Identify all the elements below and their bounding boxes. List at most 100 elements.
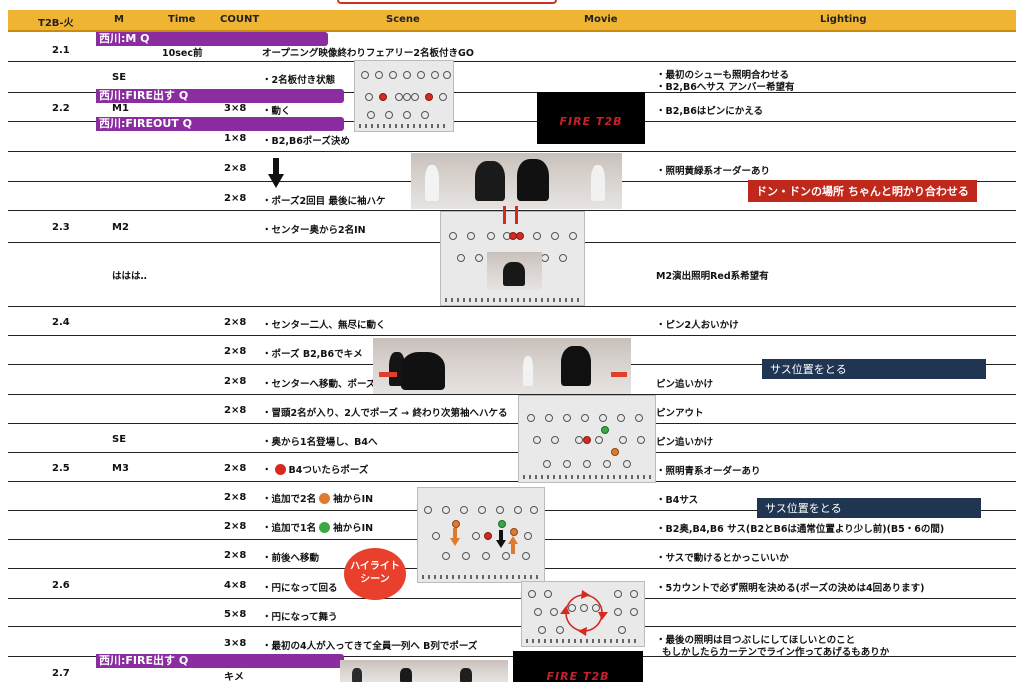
stage-mark bbox=[367, 111, 375, 119]
dancer-figure bbox=[523, 356, 533, 386]
stage-mark bbox=[545, 414, 553, 422]
stage-mark bbox=[439, 93, 447, 101]
rehearsal-photo-3 bbox=[340, 660, 508, 682]
stage-mark bbox=[551, 436, 559, 444]
col-t2b: T2B-火 bbox=[38, 18, 74, 29]
top-accent bbox=[337, 0, 557, 4]
stage-mark bbox=[623, 460, 631, 468]
cell-lighting: ・B2,B6はピンにかえる bbox=[656, 106, 764, 117]
stage-mark bbox=[614, 590, 622, 598]
dancer-figure bbox=[591, 165, 605, 201]
cell-lighting: もしかしたらカーテンでライン作ってあげるもありか bbox=[662, 647, 890, 658]
rehearsal-photo-2 bbox=[373, 338, 631, 394]
col-lighting: Lighting bbox=[820, 14, 867, 25]
cell-scene: ・センター二人、無尽に動く bbox=[262, 320, 386, 331]
sus-position-banner-2: サス位置をとる bbox=[757, 498, 981, 518]
stage-mark bbox=[617, 414, 625, 422]
stage-mark bbox=[403, 93, 411, 101]
stage-mark bbox=[365, 93, 373, 101]
stage-mark bbox=[403, 111, 411, 119]
cell-count: キメ bbox=[224, 672, 244, 682]
dancer-green bbox=[498, 520, 506, 528]
col-scene: Scene bbox=[386, 14, 420, 25]
cue-bar-fireout-q: 西川:FIREOUT Q bbox=[96, 117, 344, 131]
cell-lighting: ピン追いかけ bbox=[656, 379, 714, 390]
move-arrow-left bbox=[379, 372, 397, 377]
cell-scene: ・B2,B6ポーズ決め bbox=[262, 136, 350, 147]
stage-mark bbox=[361, 71, 369, 79]
stage-mark bbox=[522, 552, 530, 560]
cell-m: M2 bbox=[112, 222, 129, 233]
stage-mark bbox=[543, 460, 551, 468]
dancer-red bbox=[484, 532, 492, 540]
stage-mark bbox=[614, 608, 622, 616]
sus-position-banner-1: サス位置をとる bbox=[762, 359, 986, 379]
cell-lighting: ・照明青系オーダーあり bbox=[656, 466, 761, 477]
dancer-red bbox=[379, 93, 387, 101]
cell-lighting: ・ピン2人おいかけ bbox=[656, 320, 739, 331]
stage-mark bbox=[583, 460, 591, 468]
cell-scene: ・ポーズ2回目 最後に袖ハケ bbox=[262, 196, 386, 207]
move-arrow-right bbox=[611, 372, 627, 377]
arrow-up-orange-icon bbox=[508, 536, 518, 554]
stage-ruler bbox=[422, 575, 540, 579]
col-movie: Movie bbox=[584, 14, 618, 25]
table-row bbox=[8, 453, 1016, 482]
stage-mark bbox=[389, 71, 397, 79]
movie-logo: FIRE T2B bbox=[559, 114, 623, 128]
scene-prefix: ・追加で2名 bbox=[262, 494, 317, 505]
stage-mark bbox=[619, 436, 627, 444]
cell-count: 2×8 bbox=[224, 521, 247, 532]
dancer-red bbox=[425, 93, 433, 101]
cell-lighting: ・B2,B6へサス アンバー希望有 bbox=[656, 82, 795, 93]
scene-prefix: ・追加で1名 bbox=[262, 523, 317, 534]
stage-mark bbox=[575, 436, 583, 444]
dancer-green bbox=[601, 426, 609, 434]
entry-arrows-icon bbox=[503, 206, 518, 224]
cell-scene: ・最初の4人が入ってきて全員一列へ B列でポーズ bbox=[262, 641, 478, 652]
stage-mark bbox=[603, 460, 611, 468]
stage-diagram-4 bbox=[417, 487, 545, 583]
scene-text: 袖からIN bbox=[333, 494, 374, 505]
dancer-figure bbox=[561, 346, 591, 386]
stage-ruler bbox=[359, 124, 449, 128]
cell-lighting: ピンアウト bbox=[656, 408, 704, 419]
cell-t2b: 2.6 bbox=[52, 580, 70, 591]
cell-count: 2×8 bbox=[224, 376, 247, 387]
stage-mark bbox=[533, 436, 541, 444]
stage-mark bbox=[563, 460, 571, 468]
cell-count: 2×8 bbox=[224, 346, 247, 357]
stage-mark bbox=[637, 436, 645, 444]
stage-mark bbox=[421, 111, 429, 119]
stage-mark bbox=[559, 254, 567, 262]
cell-count: 3×8 bbox=[224, 638, 247, 649]
cell-scene: ・冒頭2名が入り、2人でポーズ → 終わり次第袖へハケる bbox=[262, 408, 508, 419]
cell-count: 2×8 bbox=[224, 317, 247, 328]
stage-mark bbox=[618, 626, 626, 634]
stage-mark bbox=[460, 506, 468, 514]
stage-mark bbox=[630, 608, 638, 616]
stage-ruler bbox=[526, 639, 640, 643]
cell-scene: ・奥から1名登場し、B4へ bbox=[262, 437, 378, 448]
cell-scene: ・追加で1名 袖からIN bbox=[262, 520, 373, 534]
cell-scene: ・2名板付き状態 bbox=[262, 75, 336, 86]
stage-mark bbox=[472, 532, 480, 540]
cell-scene: ・センター奥から2名IN bbox=[262, 225, 366, 236]
table-row bbox=[8, 424, 1016, 453]
rotation-circle-icon bbox=[560, 590, 608, 636]
stage-mark bbox=[569, 232, 577, 240]
stage-mark bbox=[563, 414, 571, 422]
dancer-figure bbox=[503, 262, 525, 286]
dancer-figure bbox=[460, 668, 472, 682]
cell-scene: ・センターへ移動、ポーズ bbox=[262, 379, 376, 390]
dancer-orange bbox=[510, 528, 518, 536]
stage-mark bbox=[385, 111, 393, 119]
stage-mark bbox=[443, 71, 451, 79]
stage-diagram-5 bbox=[521, 581, 645, 647]
stage-ruler bbox=[523, 475, 651, 479]
col-m: M bbox=[114, 14, 124, 25]
cell-count: 2×8 bbox=[224, 550, 247, 561]
stage-mark bbox=[482, 552, 490, 560]
stage-mark bbox=[395, 93, 403, 101]
stage-mark bbox=[527, 414, 535, 422]
